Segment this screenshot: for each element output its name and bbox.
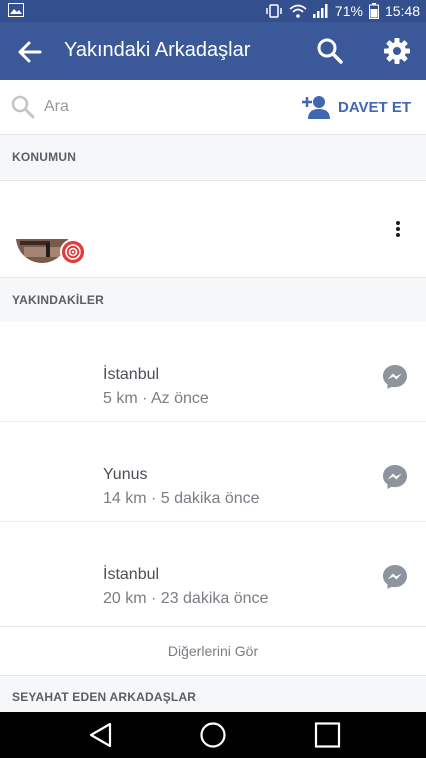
friend-name: Yunus — [103, 466, 148, 483]
wifi-icon — [289, 4, 307, 18]
section-header-my-location: KONUMUN — [12, 150, 77, 164]
target-icon — [60, 239, 86, 265]
friend-distance: 5 km · Az önce — [103, 390, 209, 407]
section-header-traveling: SEYAHAT EDEN ARKADAŞLAR — [12, 690, 197, 704]
recents-square-icon[interactable] — [313, 722, 343, 748]
friend-distance: 14 km · 5 dakika önce — [103, 490, 260, 507]
arrow-left-icon[interactable] — [16, 38, 44, 66]
friend-distance: 20 km · 23 dakika önce — [103, 590, 269, 607]
my-location-card[interactable] — [0, 180, 426, 278]
battery-icon — [368, 3, 379, 19]
navigation-bar — [0, 712, 426, 758]
signal-icon — [312, 4, 328, 18]
messenger-icon[interactable] — [382, 464, 408, 490]
invite-label: DAVET ET — [338, 98, 412, 116]
nearby-list: İstanbul 5 km · Az önce Yunus 14 km · 5 … — [0, 322, 426, 627]
list-item[interactable]: İstanbul 5 km · Az önce — [0, 322, 426, 422]
section-header-nearby: YAKINDAKİLER — [12, 293, 104, 307]
more-vertical-icon[interactable] — [388, 219, 408, 243]
search-field-icon — [11, 95, 35, 119]
clock: 15:48 — [384, 3, 420, 19]
list-item[interactable]: Yunus 14 km · 5 dakika önce — [0, 422, 426, 522]
search-input[interactable] — [44, 95, 244, 119]
home-circle-icon[interactable] — [198, 722, 228, 748]
gear-icon[interactable] — [382, 36, 412, 66]
invite-button[interactable]: DAVET ET — [302, 90, 411, 124]
friend-name: İstanbul — [103, 366, 160, 383]
list-item[interactable]: İstanbul 20 km · 23 dakika önce — [0, 522, 426, 622]
battery-percent: 71% — [334, 3, 363, 19]
messenger-icon[interactable] — [382, 564, 408, 590]
messenger-icon[interactable] — [382, 364, 408, 390]
friend-name: İstanbul — [103, 566, 160, 583]
gallery-icon — [8, 3, 24, 17]
search-row: DAVET ET — [0, 80, 426, 135]
app-bar: Yakındaki Arkadaşlar — [0, 22, 426, 80]
see-all-button[interactable]: Diğerlerini Gör — [0, 626, 426, 676]
search-icon[interactable] — [316, 37, 344, 65]
status-icons: 71% 15:48 — [265, 2, 420, 20]
back-triangle-icon[interactable] — [86, 722, 116, 748]
vibrate-icon — [266, 4, 282, 18]
add-person-icon — [302, 96, 330, 119]
status-bar: 71% 15:48 — [0, 0, 426, 22]
page-title: Yakındaki Arkadaşlar — [64, 39, 251, 61]
